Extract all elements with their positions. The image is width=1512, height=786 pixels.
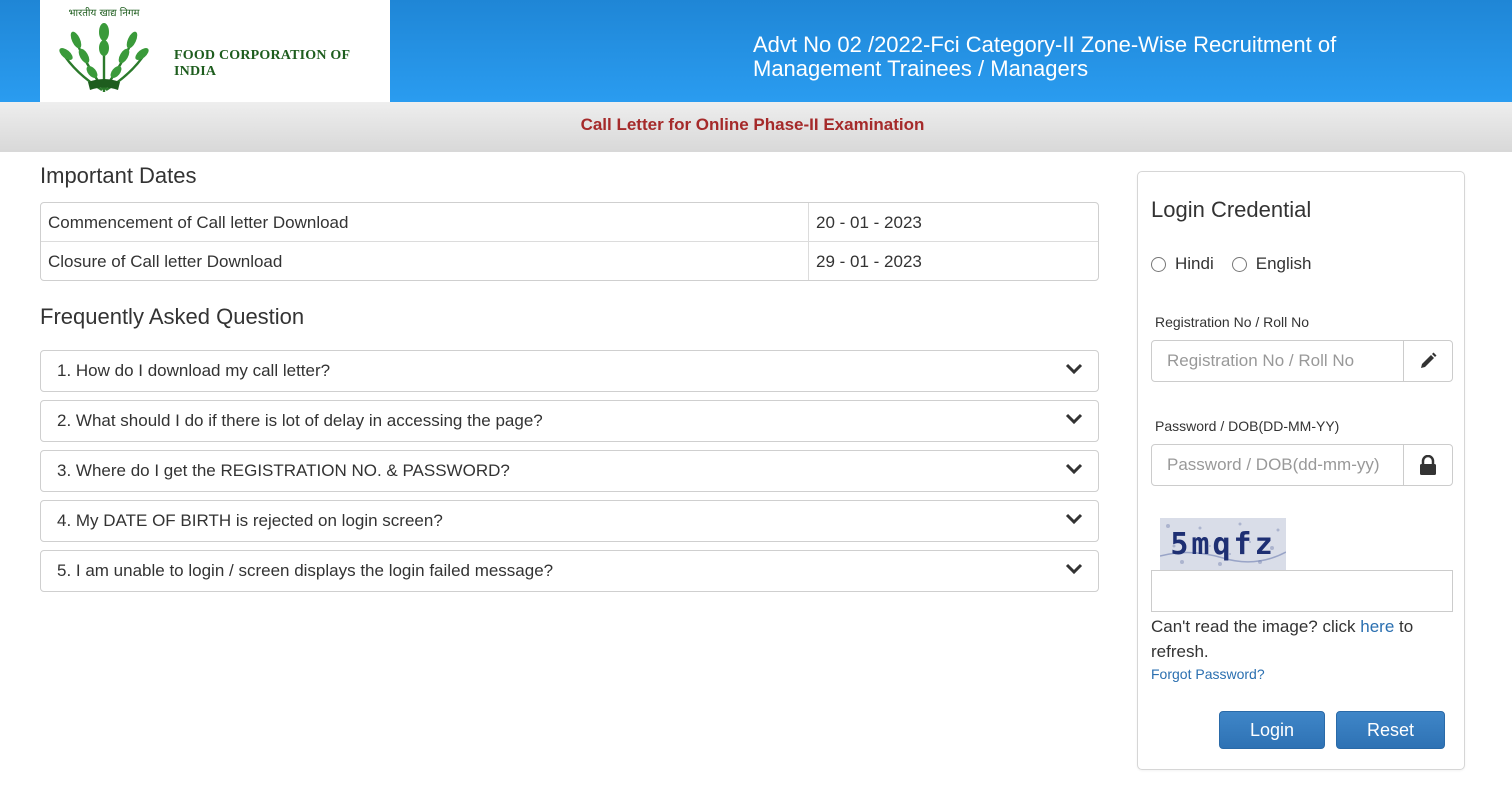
pencil-icon-addon xyxy=(1403,341,1452,381)
date-label: Commencement of Call letter Download xyxy=(48,213,349,232)
date-value: 20 - 01 - 2023 xyxy=(808,203,1098,242)
login-panel: Login Credential Hindi English Registrat… xyxy=(1137,171,1465,770)
emblem-text: भारतीय खाद्य निगम xyxy=(69,7,141,19)
page-header: भारतीय खाद्य निगम FOOD CORPORATION OF IN… xyxy=(0,0,1512,102)
chevron-down-icon[interactable] xyxy=(1064,359,1084,379)
password-label: Password / DOB(DD-MM-YY) xyxy=(1155,418,1340,434)
page-title: Call Letter for Online Phase-II Examinat… xyxy=(580,115,925,134)
faq-item[interactable]: 5. I am unable to login / screen display… xyxy=(40,550,1099,592)
language-selector: Hindi English xyxy=(1151,254,1330,274)
chevron-down-icon[interactable] xyxy=(1064,559,1084,579)
lock-icon xyxy=(1420,455,1436,475)
language-radio-hindi[interactable] xyxy=(1151,256,1166,272)
registration-label: Registration No / Roll No xyxy=(1155,314,1310,330)
faq-item[interactable]: 4. My DATE OF BIRTH is rejected on login… xyxy=(40,500,1099,542)
faq-item[interactable]: 2. What should I do if there is lot of d… xyxy=(40,400,1099,442)
fci-wheat-emblem-icon: भारतीय खाद्य निगम xyxy=(59,7,149,93)
language-label-english[interactable]: English xyxy=(1256,254,1312,274)
language-radio-english[interactable] xyxy=(1231,256,1247,272)
faq-heading: Frequently Asked Question xyxy=(40,304,305,329)
faq-question: 4. My DATE OF BIRTH is rejected on login… xyxy=(57,511,443,530)
captcha-text: 5mqfz xyxy=(1170,527,1275,562)
faq-item[interactable]: 3. Where do I get the REGISTRATION NO. &… xyxy=(40,450,1099,492)
password-input[interactable] xyxy=(1152,445,1405,485)
registration-input[interactable] xyxy=(1152,341,1405,381)
faq-item[interactable]: 1. How do I download my call letter? xyxy=(40,350,1099,392)
table-row: Commencement of Call letter Download 20 … xyxy=(41,203,1098,242)
captcha-image: 5mqfz xyxy=(1160,518,1286,570)
language-label-hindi[interactable]: Hindi xyxy=(1175,254,1214,274)
reset-button[interactable]: Reset xyxy=(1336,711,1445,749)
faq-question: 5. I am unable to login / screen display… xyxy=(57,561,554,580)
captcha-refresh-text: Can't read the image? click here to refr… xyxy=(1151,617,1414,661)
date-label: Closure of Call letter Download xyxy=(48,252,283,271)
forgot-password-link[interactable]: Forgot Password? xyxy=(1151,666,1265,682)
faq-question: 2. What should I do if there is lot of d… xyxy=(57,411,543,430)
login-title: Login Credential xyxy=(1151,197,1312,222)
lock-icon-addon xyxy=(1403,445,1452,485)
password-input-group xyxy=(1151,444,1453,486)
faq-question: 1. How do I download my call letter? xyxy=(57,361,331,380)
captcha-input[interactable] xyxy=(1151,570,1453,612)
pencil-icon xyxy=(1421,352,1437,368)
subheader-bar: Call Letter for Online Phase-II Examinat… xyxy=(0,102,1512,152)
date-value: 29 - 01 - 2023 xyxy=(808,242,1098,280)
table-row: Closure of Call letter Download 29 - 01 … xyxy=(41,242,1098,280)
faq-question: 3. Where do I get the REGISTRATION NO. &… xyxy=(57,461,510,480)
chevron-down-icon[interactable] xyxy=(1064,509,1084,529)
login-button[interactable]: Login xyxy=(1219,711,1325,749)
chevron-down-icon[interactable] xyxy=(1064,459,1084,479)
important-dates-heading: Important Dates xyxy=(40,163,197,188)
important-dates-table: Commencement of Call letter Download 20 … xyxy=(40,202,1099,281)
advertisement-title: Advt No 02 /2022-Fci Category-II Zone-Wi… xyxy=(753,32,1337,81)
org-name: FOOD CORPORATION OF INDIA xyxy=(174,48,350,79)
logo-area: भारतीय खाद्य निगम FOOD CORPORATION OF IN… xyxy=(40,0,390,102)
refresh-captcha-link[interactable]: here xyxy=(1360,617,1394,636)
chevron-down-icon[interactable] xyxy=(1064,409,1084,429)
registration-input-group xyxy=(1151,340,1453,382)
